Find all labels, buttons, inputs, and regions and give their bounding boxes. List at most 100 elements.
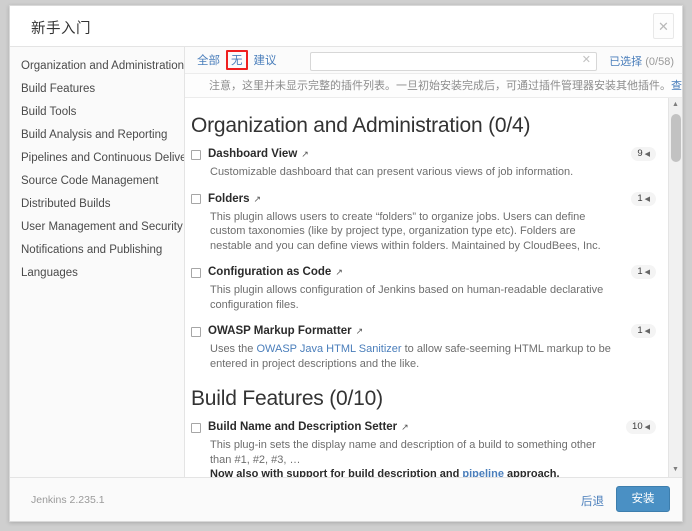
dialog-title-bar: 新手入门 ✕ [10,6,682,47]
sidebar-item-label: Organization and Administration [21,60,185,72]
page-title: 新手入门 [31,21,91,37]
plugin-dependency-badge[interactable]: 9 ◀ [631,147,656,161]
sidebar-item-5[interactable]: Source Code Management [10,170,184,193]
filter-tabs: 全部无建议 [193,50,283,70]
plugin-row: Build Name and Description Setter ↗ This p… [191,420,656,477]
notice-bar: 注意，这里并未显示完整的插件列表。一旦初始安装完成后，可通过插件管理器安装其他插… [185,74,682,98]
plugin-head: Build Name and Description Setter ↗ [191,421,614,434]
chevron-down-icon[interactable]: ▼ [669,463,682,477]
chevron-left-icon: ◀ [644,151,650,158]
chevron-left-icon: ◀ [644,424,650,431]
chevron-left-icon: ◀ [644,328,650,335]
plugin-dependency-count: 1 [637,266,643,277]
notice-wiki-link[interactable]: 查看wiki了解更多 [671,80,682,92]
plugin-head: OWASP Markup Formatter ↗ [191,325,614,338]
vertical-scrollbar[interactable]: ▲ ▼ [668,98,682,477]
search-input[interactable] [310,51,597,71]
sidebar-item-label: Build Features [21,83,96,95]
plugin-description: Uses the OWASP Java HTML Sanitizer to al… [210,343,611,370]
sidebar-item-label: Source Code Management [21,175,159,187]
sidebar-item-label: Distributed Builds [21,198,111,210]
plugin-description: Customizable dashboard that can present … [210,166,574,178]
sidebar-item-label: Build Tools [21,106,77,118]
sidebar-item-label: Notifications and Publishing [21,244,163,256]
section-title: Build Features (0/10) [191,387,383,410]
plugin-name[interactable]: Dashboard View [208,148,297,161]
back-button[interactable]: 后退 [581,493,604,509]
plugin-checkbox[interactable] [191,194,201,204]
section-title: Organization and Administration (0/4) [191,114,531,137]
sidebar-item-label: Languages [21,267,78,279]
plugin-name[interactable]: Folders [208,193,250,206]
sidebar-item-7[interactable]: User Management and Security [10,216,184,239]
plugin-checkbox[interactable] [191,149,201,160]
plugin-head: Folders ↗ [191,193,614,206]
chevron-left-icon: ◀ [644,195,650,203]
jenkins-version: Jenkins 2.235.1 [31,494,105,506]
filter-toolbar: 全部无建议 ✕ 已选择 (0/58) [185,47,682,74]
close-icon[interactable]: ✕ [653,13,674,39]
chevron-up-icon[interactable]: ▲ [669,98,682,112]
selected-count: 已选择 (0/58) [609,53,674,69]
filter-tab-0[interactable]: 全部 [193,50,224,70]
plugin-description: This plugin allows users to create “fold… [210,210,601,252]
external-link-icon[interactable]: ↗ [356,325,364,338]
sidebar-item-9[interactable]: Languages [10,262,184,285]
sidebar-item-1[interactable]: Build Features [10,78,184,101]
plugin-dependency-badge[interactable]: 10 ◀ [626,420,656,434]
plugin-dependency-count: 1 [637,192,643,204]
category-sidebar: Organization and Administration Build Fea… [10,47,185,477]
clear-search-icon[interactable]: ✕ [582,54,591,66]
plugin-list-viewport: Organization and Administration (0/4) Das… [185,98,682,477]
plugin-checkbox[interactable] [191,422,201,433]
filter-tab-1[interactable]: 无 [226,50,248,70]
sidebar-item-label: Pipelines and Continuous Delivery [21,152,185,164]
sidebar-item-4[interactable]: Pipelines and Continuous Delivery [10,147,184,170]
external-link-icon[interactable]: ↗ [254,193,262,206]
sidebar-item-label: User Management and Security [21,221,183,233]
plugin-dependency-badge[interactable]: 1 ◀ [631,265,656,279]
plugin-name[interactable]: Configuration as Code [208,266,331,279]
plugin-row: Dashboard View ↗ Customizable dashboard th… [191,147,656,180]
plugin-description: This plug-in sets the display name and d… [210,438,614,477]
plugin-row: Configuration as Code ↗ This plugin allows… [191,265,656,312]
plugin-checkbox[interactable] [191,326,201,337]
dialog-footer: Jenkins 2.235.1 后退 安装 [10,478,682,521]
plugin-head: Dashboard View ↗ [191,148,614,161]
external-link-icon[interactable]: ↗ [335,266,343,279]
plugin-row: OWASP Markup Formatter ↗ Uses the OWASP Ja… [191,324,656,371]
sidebar-item-0[interactable]: Organization and Administration [10,55,184,78]
plugin-head: Configuration as Code ↗ [191,266,614,279]
setup-wizard-dialog: 新手入门 ✕ Organization and Administration Bu… [9,5,683,522]
sidebar-item-label: Build Analysis and Reporting [21,129,168,141]
sidebar-item-3[interactable]: Build Analysis and Reporting [10,124,184,147]
selected-count-value: (0/58) [645,56,674,68]
external-link-icon[interactable]: ↗ [301,148,309,161]
install-button[interactable]: 安装 [616,486,670,512]
chevron-left-icon: ◀ [644,269,650,276]
scrollbar-thumb[interactable] [671,114,681,162]
plugin-checkbox[interactable] [191,267,201,278]
plugin-dependency-count: 9 [637,148,643,159]
plugin-description-link[interactable]: pipeline [462,468,504,477]
dialog-body: Organization and Administration Build Fea… [10,47,682,478]
plugin-name[interactable]: Build Name and Description Setter [208,421,397,434]
sidebar-item-2[interactable]: Build Tools [10,101,184,124]
plugin-row: Folders ↗ This plugin allows users to crea… [191,191,656,254]
plugin-dependency-badge[interactable]: 1 ◀ [631,191,656,206]
sidebar-item-8[interactable]: Notifications and Publishing [10,239,184,262]
filter-tab-2[interactable]: 建议 [250,50,281,70]
selected-label[interactable]: 已选择 [609,56,642,68]
plugin-dependency-badge[interactable]: 1 ◀ [631,324,656,338]
plugin-dependency-count: 10 [632,421,643,432]
search-field-wrapper: ✕ [310,51,597,71]
plugin-description-link[interactable]: OWASP Java HTML Sanitizer [256,343,401,355]
plugin-list: Organization and Administration (0/4) Das… [185,98,668,477]
external-link-icon[interactable]: ↗ [401,421,409,434]
main-pane: 全部无建议 ✕ 已选择 (0/58) 注意，这里并未显示完整的插件列表。一旦初始… [185,47,682,477]
plugin-dependency-count: 1 [637,325,643,336]
notice-text: 注意，这里并未显示完整的插件列表。一旦初始安装完成后，可通过插件管理器安装其他插… [209,80,671,92]
plugin-description: This plugin allows configuration of Jenk… [210,284,604,311]
sidebar-item-6[interactable]: Distributed Builds [10,193,184,216]
plugin-name[interactable]: OWASP Markup Formatter [208,325,352,338]
